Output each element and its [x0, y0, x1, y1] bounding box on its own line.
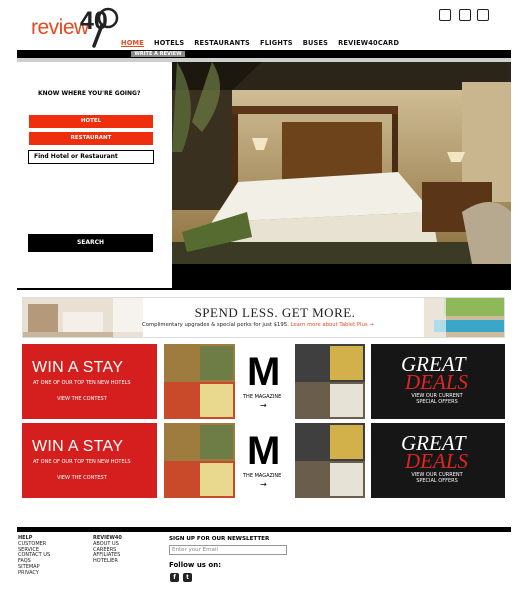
magazine-label: THE MAGAZINE [243, 394, 282, 400]
facebook-icon[interactable]: f [170, 573, 179, 582]
great-deals-promo-2[interactable]: GREAT DEALS VIEW OUR CURRENT SPECIAL OFF… [371, 423, 505, 498]
win-stay-promo-2[interactable]: WIN A STAY AT ONE OF OUR TOP TEN NEW HOT… [22, 423, 157, 498]
magazine-letter: M [247, 429, 281, 473]
great-deals-promo[interactable]: GREAT DEALS VIEW OUR CURRENT SPECIAL OFF… [371, 344, 505, 419]
win-link[interactable]: VIEW THE CONTEST [57, 396, 107, 402]
win-link[interactable]: VIEW THE CONTEST [57, 475, 107, 481]
deals-subtitle: VIEW OUR CURRENT SPECIAL OFFERS [411, 393, 463, 405]
mail-icon[interactable] [477, 9, 489, 21]
magazine-promo-2[interactable]: M THE MAGAZINE → [164, 423, 365, 498]
deals-word: DEALS [405, 449, 468, 473]
twitter-icon[interactable]: t [183, 573, 192, 582]
nav-restaurants[interactable]: RESTAURANTS [194, 39, 250, 47]
footer-bar [17, 527, 511, 532]
magazine-promo[interactable]: M THE MAGAZINE → [164, 344, 365, 419]
hotel-button[interactable]: HOTEL [29, 115, 153, 128]
magazine-cover: M THE MAGAZINE → [235, 423, 295, 498]
win-subtitle: AT ONE OF OUR TOP TEN NEW HOTELS [33, 380, 131, 386]
nav-flights[interactable]: FLIGHTS [260, 39, 293, 47]
footer-review40-column: REVIEW40 ABOUT US CAREERS AFFILIATES HOT… [93, 535, 122, 565]
nav-home[interactable]: HOME [121, 39, 144, 47]
banner-subtitle: Complimentary upgrades & special perks f… [142, 322, 442, 328]
tv-icon[interactable] [439, 9, 451, 21]
magnifier-logo-icon [92, 7, 119, 48]
win-title: WIN A STAY [32, 359, 124, 376]
win-title: WIN A STAY [32, 438, 124, 455]
hero-bottom-bar [172, 264, 511, 290]
magazine-arrow-icon: → [260, 480, 267, 489]
find-hotel-input[interactable]: Find Hotel or Restaurant [28, 150, 154, 164]
banner-link[interactable]: Learn more about Tablet Plus → [291, 322, 374, 328]
nav-review40card[interactable]: REVIEW40CARD [338, 39, 399, 47]
footer-link-hotelier[interactable]: HOTELIER [93, 558, 122, 565]
nav-buses[interactable]: BUSES [303, 39, 328, 47]
deals-word: DEALS [405, 370, 468, 394]
banner-pool-image [424, 298, 504, 337]
write-review-tab[interactable]: WRITE A REVIEW [131, 51, 185, 57]
phone-icon[interactable] [459, 9, 471, 21]
deals-subtitle: VIEW OUR CURRENT SPECIAL OFFERS [411, 472, 463, 484]
magazine-label: THE MAGAZINE [243, 473, 282, 479]
search-heading: KNOW WHERE YOU'RE GOING? [38, 90, 141, 97]
banner-title: SPEND LESS. GET MORE. [194, 305, 356, 320]
win-stay-promo[interactable]: WIN A STAY AT ONE OF OUR TOP TEN NEW HOT… [22, 344, 157, 419]
magazine-letter: M [247, 350, 281, 394]
search-button[interactable]: SEARCH [28, 234, 153, 252]
nav-hotels[interactable]: HOTELS [154, 39, 184, 47]
main-nav: HOME HOTELS RESTAURANTS FLIGHTS BUSES RE… [121, 39, 409, 47]
footer-help-column: HELP CUSTOMER SERVICE CONTACT US FAQS SI… [18, 535, 50, 577]
magazine-arrow-icon: → [260, 401, 267, 410]
top-bar [17, 50, 511, 58]
newsletter-heading: SIGN UP FOR OUR NEWSLETTER [169, 536, 270, 542]
banner-subtitle-text: Complimentary upgrades & special perks f… [142, 322, 289, 328]
follow-us-label: Follow us on: [169, 561, 221, 569]
banner-room-image [23, 298, 143, 337]
footer-link-privacy[interactable]: PRIVACY [18, 570, 50, 577]
restaurant-button[interactable]: RESTAURANT [29, 132, 153, 145]
magazine-cover: M THE MAGAZINE → [235, 344, 295, 419]
hotel-room-image [172, 62, 511, 264]
hero-bottom-line [17, 288, 172, 290]
win-subtitle: AT ONE OF OUR TOP TEN NEW HOTELS [33, 459, 131, 465]
email-input[interactable]: Enter your Email [169, 545, 287, 555]
